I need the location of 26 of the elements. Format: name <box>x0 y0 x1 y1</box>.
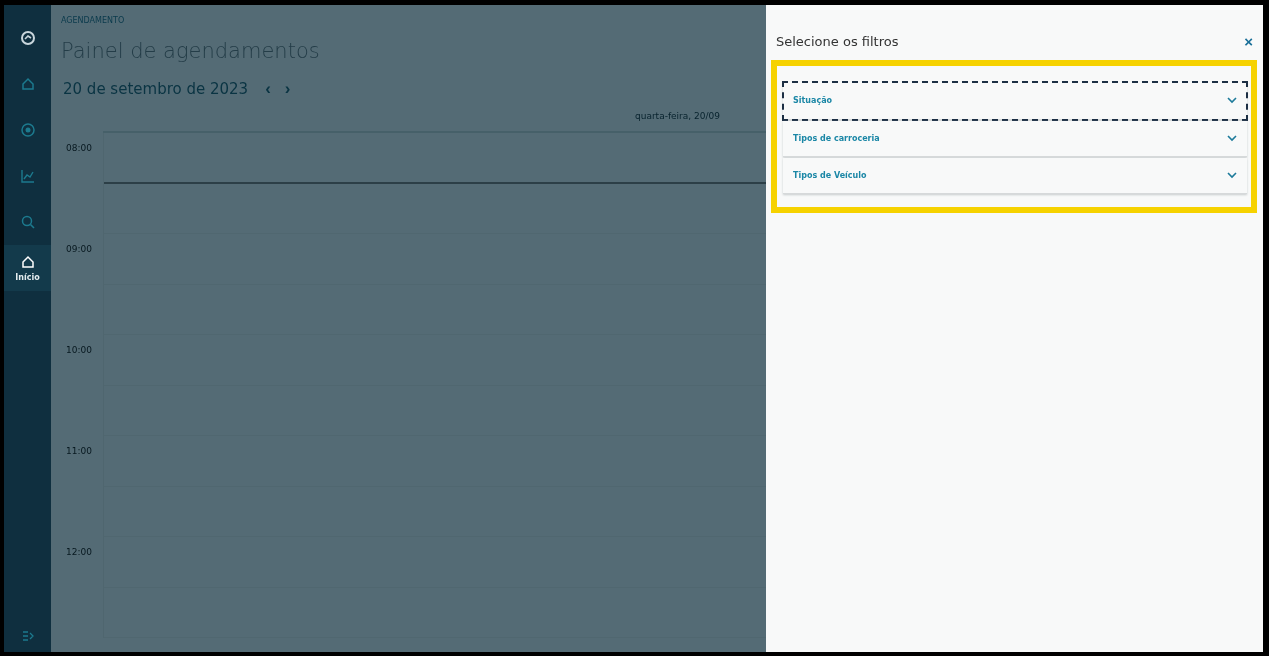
hour-label: 12:00 <box>65 546 93 559</box>
chevron-down-icon <box>1227 172 1237 179</box>
filter-dropdown[interactable]: Tipos de carroceria <box>783 121 1247 157</box>
chevron-down-icon <box>1227 97 1237 104</box>
close-button[interactable]: × <box>1244 33 1253 50</box>
chevron-down-icon <box>1227 135 1237 142</box>
filter-dropdown[interactable]: Tipos de Veículo <box>783 158 1247 194</box>
panel-title: Selecione os filtros <box>776 34 899 49</box>
breadcrumb: AGENDAMENTO <box>61 16 126 25</box>
collapse-menu-icon[interactable] <box>21 630 34 642</box>
hour-label: 08:00 <box>65 142 93 155</box>
home-icon <box>20 77 35 91</box>
hour-label: 10:00 <box>65 344 93 357</box>
filter-dropdown[interactable]: Situação <box>783 82 1247 120</box>
hour-label: 09:00 <box>65 243 93 256</box>
target-icon <box>20 123 35 137</box>
nav-item[interactable]: Início <box>4 245 51 291</box>
search-icon <box>20 215 35 229</box>
circle-logo-icon <box>19 30 36 46</box>
day-header: quarta-feira, 20/09 <box>635 111 720 123</box>
previous-date-button[interactable]: ‹ <box>262 79 274 99</box>
next-date-button[interactable]: › <box>281 79 294 99</box>
home-icon <box>20 254 35 269</box>
chart-icon <box>20 169 35 183</box>
date-label: 20 de setembro de 2023 <box>63 80 249 98</box>
hour-label: 11:00 <box>65 445 93 458</box>
